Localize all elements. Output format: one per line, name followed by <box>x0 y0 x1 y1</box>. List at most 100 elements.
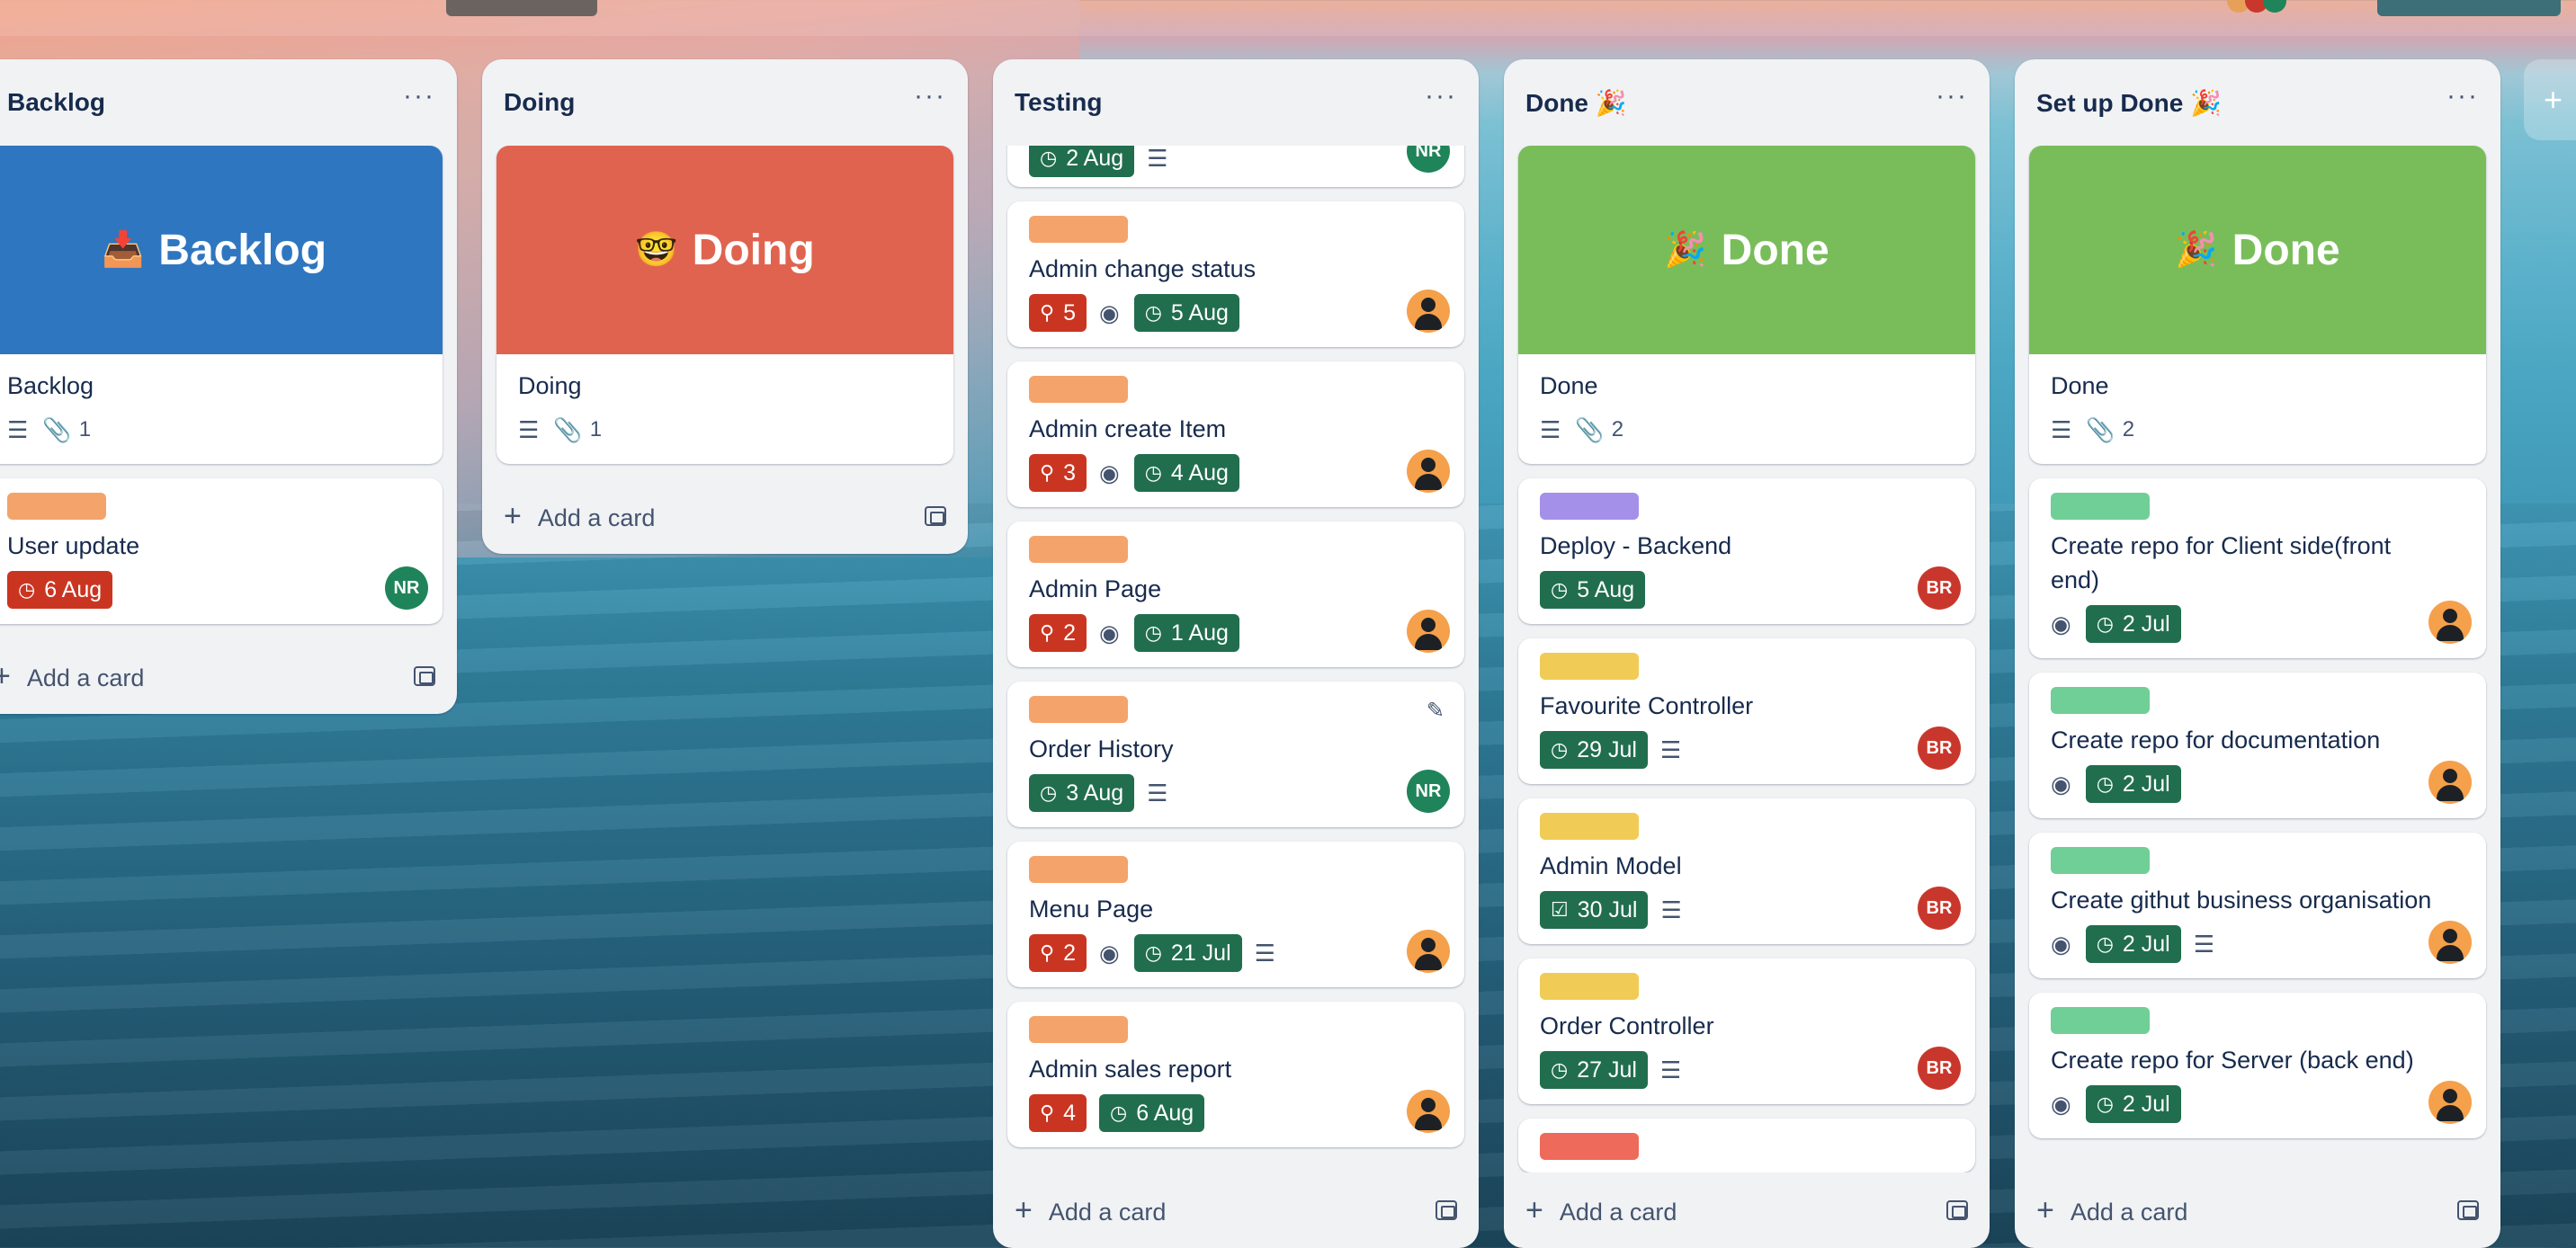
card-admin-page[interactable]: Admin Page ⚲ 2 ◉ ◷ 1 Aug <box>1007 521 1464 667</box>
avatar[interactable] <box>2428 921 2472 964</box>
due-date-badge[interactable]: ◷ 29 Jul <box>1540 731 1648 769</box>
votes-badge[interactable]: ⚲ 5 <box>1029 294 1087 332</box>
add-card-button[interactable]: + Add a card <box>1504 1172 1990 1248</box>
list-title[interactable]: Done 🎉 <box>1525 88 1627 118</box>
due-date-badge[interactable]: ◷ 2 Jul <box>2085 605 2181 643</box>
label-orange[interactable] <box>1029 216 1128 243</box>
add-card-button[interactable]: + Add a card <box>0 638 457 714</box>
edit-pencil-icon[interactable]: ✎ <box>1427 698 1445 724</box>
avatar[interactable]: BR <box>1918 1047 1961 1090</box>
due-date-badge[interactable]: ◷ 2 Jul <box>2085 1085 2181 1123</box>
card-cover-done[interactable]: 🎉 Done Done ☰ 📎 2 <box>1518 146 1975 464</box>
due-date-badge[interactable]: ◷ 2 Jul <box>2085 765 2181 803</box>
add-card-button[interactable]: + Add a card <box>993 1172 1479 1248</box>
avatar[interactable] <box>1407 930 1450 973</box>
label-red[interactable] <box>1540 1133 1639 1160</box>
board-header-button[interactable] <box>446 0 597 16</box>
card-template-icon[interactable] <box>1946 1200 1968 1220</box>
card-order-history[interactable]: ✎ Order History ◷ 3 Aug ☰ NR <box>1007 682 1464 827</box>
card-cover-doing[interactable]: 🤓 Doing Doing ☰ 📎 1 <box>496 146 953 464</box>
add-card-button[interactable]: + Add a card <box>2015 1172 2500 1248</box>
list-title[interactable]: Testing <box>1015 88 1102 117</box>
due-date-badge[interactable]: ◷ 4 Aug <box>1133 454 1239 492</box>
label-yellow[interactable] <box>1540 813 1639 840</box>
due-date-badge[interactable]: ◷ 5 Aug <box>1133 294 1239 332</box>
label-orange[interactable] <box>1029 856 1128 883</box>
member-avatars[interactable] <box>2227 0 2362 13</box>
list-menu-icon[interactable]: ··· <box>1936 81 1968 124</box>
card-create-github-org[interactable]: Create githut business organisation ◉ ◷ 2… <box>2029 833 2486 978</box>
due-date-badge[interactable]: ◷ 21 Jul <box>1133 934 1242 972</box>
avatar[interactable] <box>1407 450 1450 493</box>
due-date-badge[interactable]: ◷ 1 Aug <box>1133 614 1239 652</box>
card-create-repo-server[interactable]: Create repo for Server (back end) ◉ ◷ 2 J… <box>2029 993 2486 1138</box>
add-list-button[interactable]: + <box>2524 59 2576 140</box>
avatar[interactable]: BR <box>1918 727 1961 770</box>
avatar[interactable]: NR <box>385 566 428 610</box>
list-menu-icon[interactable]: ··· <box>2446 81 2479 124</box>
avatar[interactable]: BR <box>1918 566 1961 610</box>
label-orange[interactable] <box>1029 1016 1128 1043</box>
label-green[interactable] <box>2051 687 2150 714</box>
avatar[interactable] <box>1407 610 1450 653</box>
label-yellow[interactable] <box>1540 973 1639 1000</box>
due-date-badge[interactable]: ◷ 5 Aug <box>1540 571 1646 609</box>
avatar[interactable]: NR <box>1407 770 1450 813</box>
card-menu-page[interactable]: Menu Page ⚲ 2 ◉ ◷ 21 Jul ☰ <box>1007 842 1464 987</box>
card-cover-backlog[interactable]: 📥 Backlog Backlog ☰ 📎 1 <box>0 146 443 464</box>
card-admin-create-item[interactable]: Admin create Item ⚲ 3 ◉ ◷ 4 Aug <box>1007 361 1464 507</box>
card-admin-sales-report[interactable]: Admin sales report ⚲ 4 ◷ 6 Aug <box>1007 1002 1464 1147</box>
card-create-repo-docs[interactable]: Create repo for documentation ◉ ◷ 2 Jul <box>2029 673 2486 818</box>
label-green[interactable] <box>2051 847 2150 874</box>
card-template-icon[interactable] <box>925 506 946 526</box>
avatar[interactable]: BR <box>1918 887 1961 930</box>
card-create-repo-client[interactable]: Create repo for Client side(front end) ◉… <box>2029 478 2486 658</box>
due-date-badge[interactable]: ◷ 2 Aug <box>1029 146 1135 177</box>
avatar[interactable] <box>2428 1081 2472 1124</box>
share-button[interactable] <box>2377 0 2561 16</box>
votes-badge[interactable]: ⚲ 2 <box>1029 614 1087 652</box>
votes-badge[interactable]: ⚲ 4 <box>1029 1094 1087 1132</box>
card-deploy-backend[interactable]: Deploy - Backend ◷ 5 Aug BR <box>1518 478 1975 624</box>
card-cover-done[interactable]: 🎉 Done Done ☰ 📎 2 <box>2029 146 2486 464</box>
avatar[interactable] <box>1407 290 1450 333</box>
label-orange[interactable] <box>1029 696 1128 723</box>
label-orange[interactable] <box>7 493 106 520</box>
list-title[interactable]: Set up Done 🎉 <box>2036 88 2222 118</box>
votes-badge[interactable]: ⚲ 2 <box>1029 934 1087 972</box>
due-date-badge[interactable]: ◷ 2 Jul <box>2085 925 2181 963</box>
avatar[interactable] <box>2428 761 2472 804</box>
label-purple[interactable] <box>1540 493 1639 520</box>
card-partial[interactable]: ◷ 2 Aug ☰ NR <box>1007 146 1464 187</box>
card-partial[interactable] <box>1518 1119 1975 1172</box>
votes-badge[interactable]: ⚲ 3 <box>1029 454 1087 492</box>
due-date: 4 Aug <box>1170 459 1229 486</box>
label-yellow[interactable] <box>1540 653 1639 680</box>
due-date-badge[interactable]: ◷ 6 Aug <box>7 571 113 609</box>
list-title[interactable]: Backlog <box>7 88 105 117</box>
avatar[interactable] <box>2428 601 2472 644</box>
due-date-badge[interactable]: ☑ 30 Jul <box>1540 891 1649 929</box>
card-user-update[interactable]: User update ◷ 6 Aug NR <box>0 478 443 624</box>
due-date-badge[interactable]: ◷ 27 Jul <box>1540 1051 1648 1089</box>
card-template-icon[interactable] <box>2457 1200 2479 1220</box>
card-template-icon[interactable] <box>1436 1200 1457 1220</box>
list-menu-icon[interactable]: ··· <box>403 81 435 124</box>
label-orange[interactable] <box>1029 376 1128 403</box>
label-orange[interactable] <box>1029 536 1128 563</box>
card-template-icon[interactable] <box>414 666 435 686</box>
card-admin-change-status[interactable]: Admin change status ⚲ 5 ◉ ◷ 5 Aug <box>1007 201 1464 347</box>
add-card-label: Add a card <box>537 504 656 531</box>
list-menu-icon[interactable]: ··· <box>914 81 946 124</box>
avatar[interactable] <box>1407 1090 1450 1133</box>
add-card-button[interactable]: + Add a card <box>482 478 968 554</box>
list-title[interactable]: Doing <box>504 88 575 117</box>
due-date-badge[interactable]: ◷ 3 Aug <box>1029 774 1135 812</box>
card-admin-model[interactable]: Admin Model ☑ 30 Jul ☰ BR <box>1518 798 1975 944</box>
card-favourite-controller[interactable]: Favourite Controller ◷ 29 Jul ☰ BR <box>1518 638 1975 784</box>
card-order-controller[interactable]: Order Controller ◷ 27 Jul ☰ BR <box>1518 958 1975 1104</box>
label-green[interactable] <box>2051 1007 2150 1034</box>
due-date-badge[interactable]: ◷ 6 Aug <box>1099 1094 1205 1132</box>
list-menu-icon[interactable]: ··· <box>1425 81 1457 124</box>
label-green[interactable] <box>2051 493 2150 520</box>
